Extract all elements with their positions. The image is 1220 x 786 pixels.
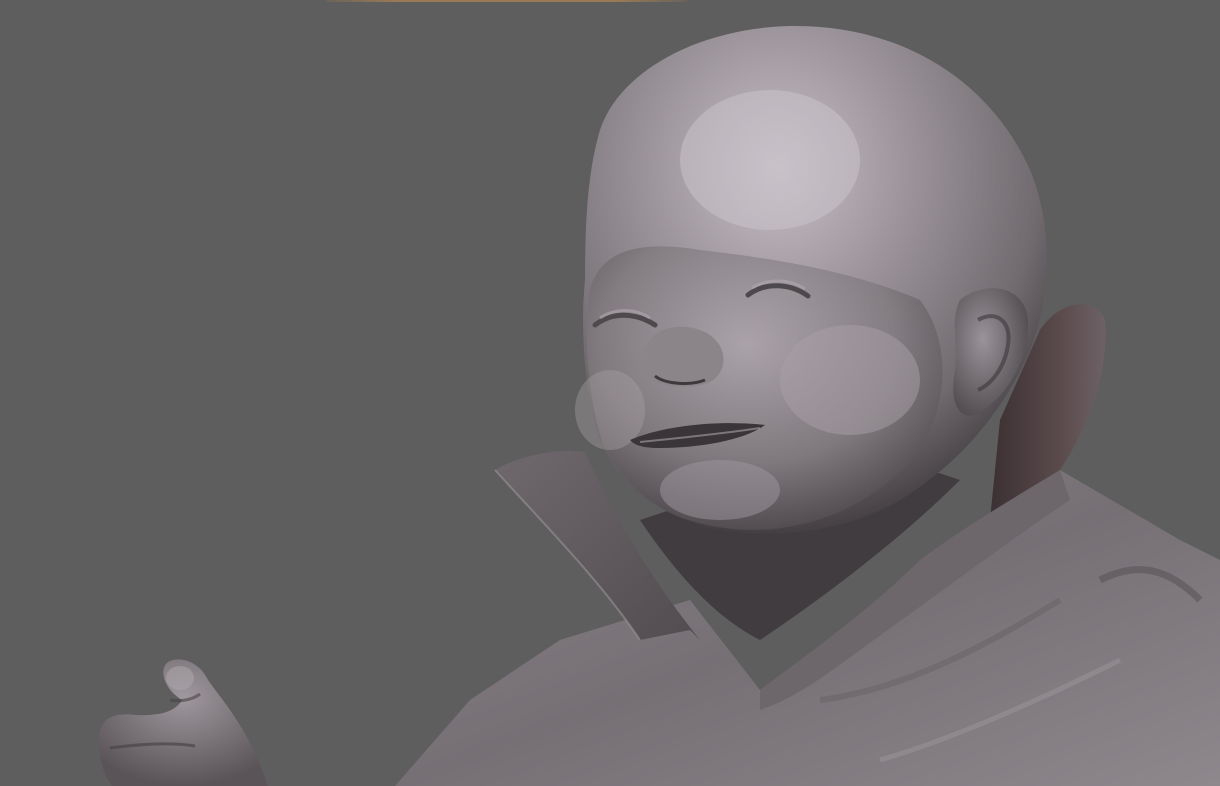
chin bbox=[660, 460, 780, 520]
left-cheek bbox=[575, 370, 645, 450]
forehead-highlight bbox=[680, 90, 860, 230]
zbrush-document-viewport[interactable] bbox=[0, 0, 1220, 786]
right-cheek bbox=[780, 325, 920, 435]
sculpt-model-baby-bust[interactable] bbox=[0, 0, 1220, 786]
